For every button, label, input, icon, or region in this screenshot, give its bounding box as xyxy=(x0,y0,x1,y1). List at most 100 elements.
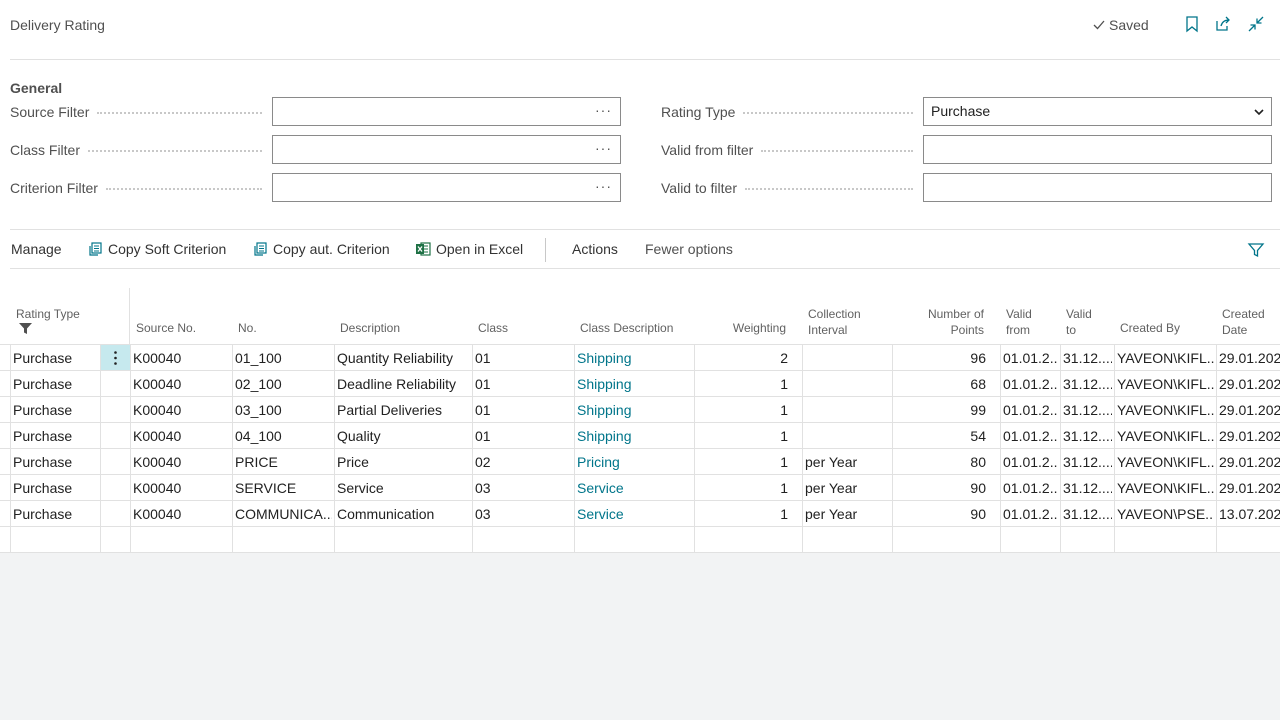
cell-description[interactable]: Service xyxy=(337,475,470,501)
cell-created-by[interactable]: YAVEON\KIFL... xyxy=(1117,371,1214,397)
column-header-description[interactable]: Description xyxy=(340,320,400,336)
cell-class-description[interactable]: Shipping xyxy=(577,423,692,449)
source-filter-input[interactable]: ··· xyxy=(272,97,621,126)
cell-created-date[interactable]: 29.01.202 xyxy=(1219,371,1280,397)
cell-no[interactable]: 01_100 xyxy=(235,345,332,371)
bookmark-icon[interactable] xyxy=(1183,15,1201,33)
cell-created-by[interactable]: YAVEON\KIFL... xyxy=(1117,449,1214,475)
cell-points[interactable]: 90 xyxy=(895,475,986,501)
cell-no[interactable]: 02_100 xyxy=(235,371,332,397)
cell-class[interactable]: 01 xyxy=(475,371,572,397)
cell-no[interactable]: SERVICE xyxy=(235,475,332,501)
column-header-collection-interval[interactable]: Collection Interval xyxy=(808,306,861,338)
cell-valid-to[interactable]: 31.12.... xyxy=(1063,449,1112,475)
column-header-valid-from[interactable]: Valid from xyxy=(1006,306,1032,338)
actions-menu[interactable]: Actions xyxy=(572,241,618,257)
cell-no[interactable]: COMMUNICA... xyxy=(235,501,332,527)
cell-points[interactable]: 54 xyxy=(895,423,986,449)
lookup-ellipsis-icon[interactable]: ··· xyxy=(595,102,612,118)
cell-source-no[interactable]: K00040 xyxy=(133,449,230,475)
cell-created-by[interactable]: YAVEON\PSE... xyxy=(1117,501,1214,527)
cell-no[interactable]: 04_100 xyxy=(235,423,332,449)
cell-class[interactable]: 01 xyxy=(475,397,572,423)
collapse-icon[interactable] xyxy=(1247,15,1265,33)
copy-aut-criterion-button[interactable]: Copy aut. Criterion xyxy=(252,241,390,257)
copy-soft-criterion-button[interactable]: Copy Soft Criterion xyxy=(87,241,226,257)
cell-created-by[interactable]: YAVEON\KIFL... xyxy=(1117,345,1214,371)
cell-created-date[interactable]: 29.01.202 xyxy=(1219,475,1280,501)
open-in-excel-button[interactable]: Open in Excel xyxy=(415,241,523,257)
cell-created-by[interactable]: YAVEON\KIFL... xyxy=(1117,475,1214,501)
cell-valid-to[interactable]: 31.12.... xyxy=(1063,371,1112,397)
cell-class[interactable]: 01 xyxy=(475,345,572,371)
column-header-created-by[interactable]: Created By xyxy=(1120,320,1180,336)
cell-class[interactable]: 03 xyxy=(475,501,572,527)
cell-weighting[interactable]: 2 xyxy=(698,345,788,371)
cell-class-description[interactable]: Shipping xyxy=(577,397,692,423)
cell-weighting[interactable]: 1 xyxy=(698,423,788,449)
cell-created-date[interactable]: 29.01.202 xyxy=(1219,345,1280,371)
cell-description[interactable]: Partial Deliveries xyxy=(337,397,470,423)
column-header-class-description[interactable]: Class Description xyxy=(580,320,673,336)
cell-valid-to[interactable]: 31.12.... xyxy=(1063,475,1112,501)
column-header-weighting[interactable]: Weighting xyxy=(700,320,786,336)
cell-source-no[interactable]: K00040 xyxy=(133,423,230,449)
column-header-no[interactable]: No. xyxy=(238,320,257,336)
cell-no[interactable]: 03_100 xyxy=(235,397,332,423)
cell-collection-interval[interactable]: per Year xyxy=(805,475,890,501)
valid-from-filter-input[interactable] xyxy=(923,135,1272,164)
cell-rating-type[interactable]: Purchase xyxy=(13,371,99,397)
cell-source-no[interactable]: K00040 xyxy=(133,397,230,423)
lookup-ellipsis-icon[interactable]: ··· xyxy=(595,178,612,194)
rating-type-select[interactable]: Purchase xyxy=(923,97,1272,126)
criterion-filter-input[interactable]: ··· xyxy=(272,173,621,202)
cell-no[interactable]: PRICE xyxy=(235,449,332,475)
cell-rating-type[interactable]: Purchase xyxy=(13,345,99,371)
cell-points[interactable]: 99 xyxy=(895,397,986,423)
cell-valid-from[interactable]: 01.01.2... xyxy=(1003,501,1058,527)
cell-valid-from[interactable]: 01.01.2... xyxy=(1003,371,1058,397)
cell-points[interactable]: 90 xyxy=(895,501,986,527)
cell-created-by[interactable]: YAVEON\KIFL... xyxy=(1117,397,1214,423)
lookup-ellipsis-icon[interactable]: ··· xyxy=(595,140,612,156)
more-options-icon[interactable] xyxy=(114,351,117,365)
cell-weighting[interactable]: 1 xyxy=(698,371,788,397)
cell-points[interactable]: 80 xyxy=(895,449,986,475)
class-filter-input[interactable]: ··· xyxy=(272,135,621,164)
cell-collection-interval[interactable] xyxy=(805,397,890,423)
cell-class-description[interactable]: Service xyxy=(577,501,692,527)
cell-valid-from[interactable]: 01.01.2... xyxy=(1003,449,1058,475)
cell-description[interactable]: Deadline Reliability xyxy=(337,371,470,397)
column-header-valid-to[interactable]: Valid to xyxy=(1066,306,1092,338)
cell-valid-to[interactable]: 31.12.... xyxy=(1063,397,1112,423)
cell-weighting[interactable]: 1 xyxy=(698,397,788,423)
cell-rating-type[interactable]: Purchase xyxy=(13,423,99,449)
filter-icon[interactable] xyxy=(1247,241,1265,259)
cell-weighting[interactable]: 1 xyxy=(698,501,788,527)
column-header-rating-type[interactable]: Rating Type xyxy=(16,306,80,322)
cell-class-description[interactable]: Shipping xyxy=(577,345,692,371)
cell-class[interactable]: 02 xyxy=(475,449,572,475)
cell-description[interactable]: Communication xyxy=(337,501,470,527)
cell-valid-to[interactable]: 31.12.... xyxy=(1063,423,1112,449)
cell-rating-type[interactable]: Purchase xyxy=(13,501,99,527)
cell-valid-to[interactable]: 31.12.... xyxy=(1063,501,1112,527)
cell-class-description[interactable]: Shipping xyxy=(577,371,692,397)
cell-collection-interval[interactable] xyxy=(805,423,890,449)
cell-description[interactable]: Quality xyxy=(337,423,470,449)
cell-created-by[interactable]: YAVEON\KIFL... xyxy=(1117,423,1214,449)
fewer-options-button[interactable]: Fewer options xyxy=(645,241,733,257)
cell-class-description[interactable]: Pricing xyxy=(577,449,692,475)
cell-created-date[interactable]: 29.01.202 xyxy=(1219,423,1280,449)
cell-rating-type[interactable]: Purchase xyxy=(13,449,99,475)
cell-weighting[interactable]: 1 xyxy=(698,475,788,501)
cell-valid-from[interactable]: 01.01.2... xyxy=(1003,423,1058,449)
cell-valid-from[interactable]: 01.01.2... xyxy=(1003,475,1058,501)
cell-collection-interval[interactable] xyxy=(805,345,890,371)
column-header-class[interactable]: Class xyxy=(478,320,508,336)
cell-class-description[interactable]: Service xyxy=(577,475,692,501)
row-action-menu[interactable] xyxy=(101,345,130,370)
column-header-created-date[interactable]: Created Date xyxy=(1222,306,1265,338)
column-header-source-no[interactable]: Source No. xyxy=(136,320,196,336)
cell-rating-type[interactable]: Purchase xyxy=(13,397,99,423)
